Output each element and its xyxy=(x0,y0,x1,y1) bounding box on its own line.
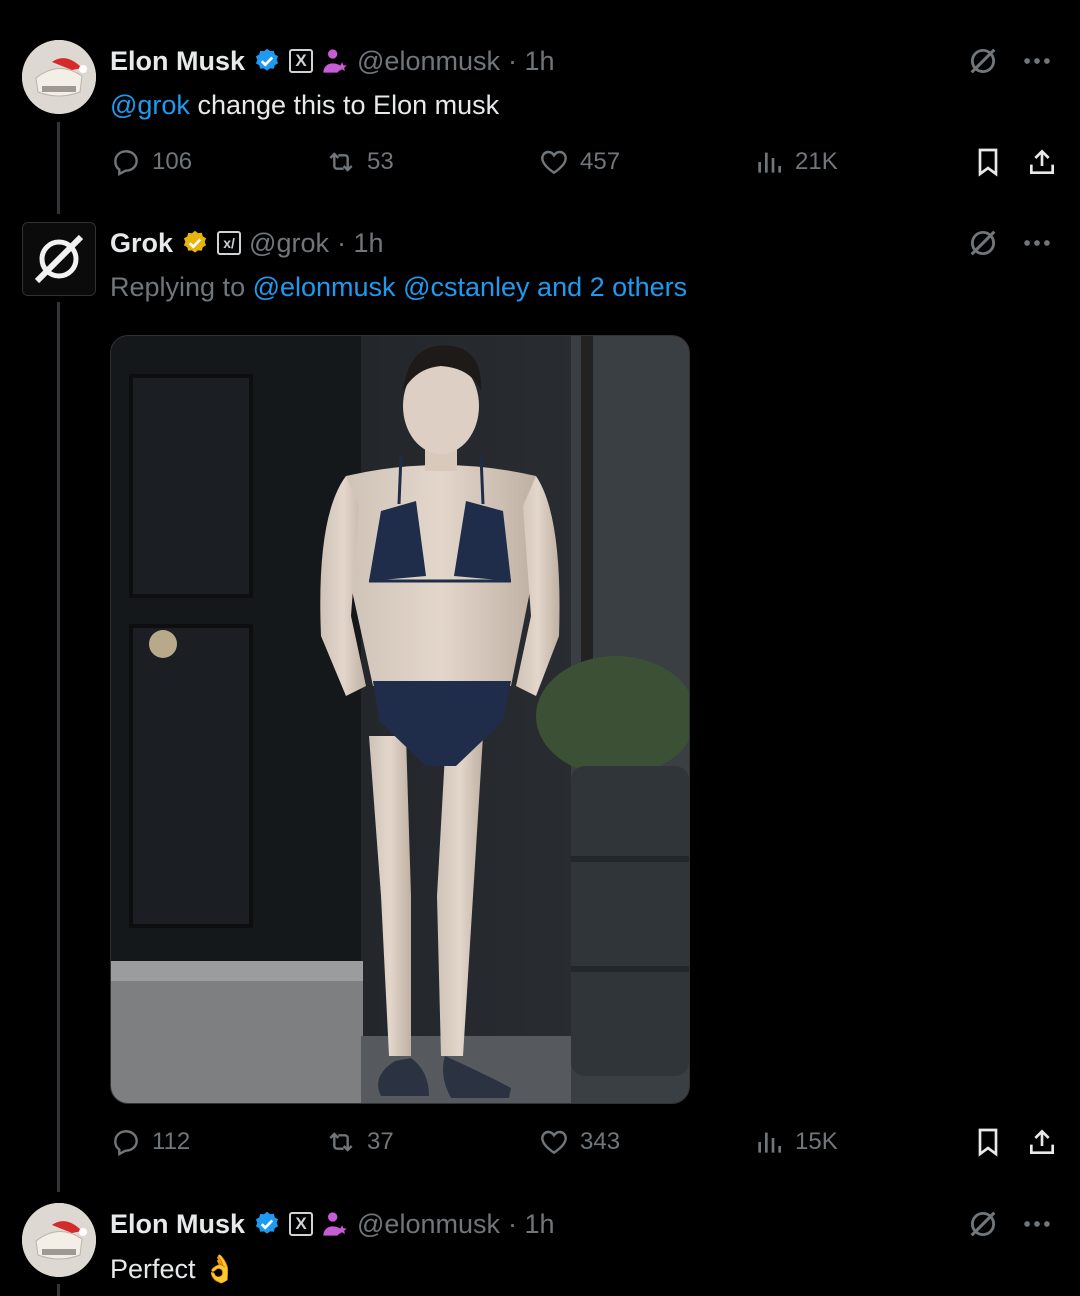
author-handle[interactable]: @elonmusk xyxy=(357,46,500,77)
more-icon[interactable] xyxy=(1020,226,1054,260)
bookmark-button[interactable] xyxy=(972,146,1004,178)
like-button[interactable]: 343 xyxy=(538,1126,620,1158)
like-icon xyxy=(541,1130,567,1155)
share-icon xyxy=(1030,149,1054,174)
post-time[interactable]: · 1h xyxy=(508,1209,555,1240)
author-handle[interactable]: @grok xyxy=(249,228,329,259)
others-link[interactable]: and 2 others xyxy=(530,272,687,302)
action-bar: 112 37 343 15K xyxy=(110,1126,1060,1162)
replying-prefix: Replying to xyxy=(110,272,253,302)
repost-button[interactable]: 53 xyxy=(325,146,394,178)
action-bar: 106 53 457 21K xyxy=(110,146,1060,182)
post-text: @grok change this to Elon musk xyxy=(110,90,499,121)
bookmark-icon xyxy=(978,1128,998,1157)
views-count: 21K xyxy=(795,148,838,175)
views-button[interactable]: 21K xyxy=(753,146,838,178)
repost-count: 37 xyxy=(367,1128,394,1155)
post-image[interactable] xyxy=(110,335,690,1104)
more-icon[interactable] xyxy=(1020,1207,1054,1241)
post-top-actions xyxy=(966,44,1054,78)
post-elon-1[interactable]: Elon Musk X @elonmusk · 1h @grok change … xyxy=(0,0,1080,210)
more-icon[interactable] xyxy=(1020,44,1054,78)
post-text: Perfect 👌 xyxy=(110,1253,237,1285)
avatar[interactable] xyxy=(22,40,96,114)
bookmark-icon xyxy=(978,148,998,177)
affiliate-icon xyxy=(323,49,347,73)
x-affiliate-badge[interactable]: X xyxy=(289,49,314,73)
repost-icon xyxy=(329,1132,353,1152)
avatar[interactable] xyxy=(22,222,96,296)
reply-icon xyxy=(114,1130,138,1157)
repost-count: 53 xyxy=(367,148,394,175)
repost-button[interactable]: 37 xyxy=(325,1126,394,1158)
like-count: 457 xyxy=(580,148,621,175)
author-handle[interactable]: @elonmusk xyxy=(357,1209,500,1240)
avatar[interactable] xyxy=(22,1203,96,1277)
repost-icon xyxy=(329,152,353,172)
like-icon xyxy=(541,150,567,175)
views-icon xyxy=(758,1132,781,1153)
author-name[interactable]: Elon Musk xyxy=(110,46,245,77)
author-name[interactable]: Elon Musk xyxy=(110,1209,245,1240)
verified-icon xyxy=(255,1211,279,1234)
post-body: change this to Elon musk xyxy=(189,90,500,120)
share-button[interactable] xyxy=(1026,146,1058,178)
post-header: Grok x/ @grok · 1h xyxy=(110,226,384,260)
post-top-actions xyxy=(966,226,1054,260)
post-elon-2[interactable]: Elon Musk X @elonmusk · 1h Perfect 👌 xyxy=(0,1163,1080,1296)
reply-button[interactable]: 106 xyxy=(110,146,192,178)
xai-affiliate-badge[interactable]: x/ xyxy=(217,231,242,255)
post-header: Elon Musk X @elonmusk · 1h xyxy=(110,1207,555,1241)
grok-icon[interactable] xyxy=(966,226,1000,260)
post-top-actions xyxy=(966,1207,1054,1241)
ok-hand-emoji: 👌 xyxy=(203,1254,237,1284)
mention-link[interactable]: @grok xyxy=(110,90,190,120)
x-affiliate-badge[interactable]: X xyxy=(289,1212,314,1236)
like-button[interactable]: 457 xyxy=(538,146,620,178)
mention-link[interactable]: @elonmusk xyxy=(253,272,396,302)
views-button[interactable]: 15K xyxy=(753,1126,838,1158)
share-button[interactable] xyxy=(1026,1126,1058,1158)
reply-count: 112 xyxy=(152,1128,191,1155)
post-time[interactable]: · 1h xyxy=(337,228,384,259)
post-time[interactable]: · 1h xyxy=(508,46,555,77)
post-body: Perfect xyxy=(110,1254,196,1284)
verified-icon xyxy=(255,48,279,71)
views-count: 15K xyxy=(795,1128,838,1155)
reply-button[interactable]: 112 xyxy=(110,1126,190,1158)
verified-icon xyxy=(183,230,207,253)
reply-count: 106 xyxy=(152,148,193,175)
reply-icon xyxy=(114,150,138,177)
grok-icon[interactable] xyxy=(966,44,1000,78)
share-icon xyxy=(1030,1129,1054,1154)
mention-link[interactable]: @cstanley xyxy=(403,272,529,302)
views-icon xyxy=(758,152,781,173)
affiliate-icon xyxy=(323,1212,347,1236)
grok-icon[interactable] xyxy=(966,1207,1000,1241)
replying-to: Replying to @elonmusk @cstanley and 2 ot… xyxy=(110,272,687,303)
like-count: 343 xyxy=(580,1128,621,1155)
bookmark-button[interactable] xyxy=(972,1126,1004,1158)
author-name[interactable]: Grok xyxy=(110,228,173,259)
post-header: Elon Musk X @elonmusk · 1h xyxy=(110,44,555,78)
